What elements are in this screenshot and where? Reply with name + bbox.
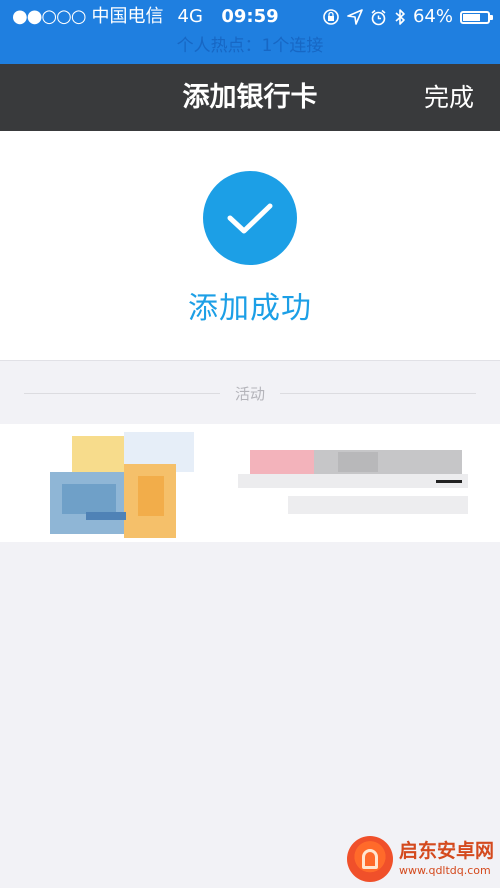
success-message: 添加成功 [188, 291, 312, 326]
status-bar: ●●○○○ 中国电信 4G 09:59 64% 个人热点：1个连接 [0, 0, 500, 64]
nav-bar: 添加银行卡 完成 [0, 64, 500, 131]
watermark-logo-icon [346, 836, 393, 882]
battery-icon [460, 10, 493, 24]
battery-level [463, 13, 480, 21]
success-panel: 添加成功 [0, 131, 500, 361]
watermark-url: www.qdltdq.com [398, 864, 491, 877]
alarm-icon [370, 9, 387, 26]
battery-percent: 64% [412, 6, 453, 27]
bluetooth-icon [394, 8, 406, 26]
done-button[interactable]: 完成 [424, 64, 474, 131]
location-icon [347, 9, 363, 25]
activity-label: 活动 [234, 385, 265, 403]
site-watermark: 启东安卓网 www.qdltdq.com [346, 832, 494, 886]
hotspot-banner[interactable]: 个人热点：1个连接 [0, 34, 500, 58]
activity-banner[interactable] [0, 424, 500, 542]
rotation-lock-icon [322, 8, 340, 26]
watermark-title: 启东安卓网 [398, 840, 494, 862]
divider-line [280, 393, 476, 394]
check-icon [203, 171, 297, 265]
activity-section-header: 活动 [24, 380, 476, 408]
